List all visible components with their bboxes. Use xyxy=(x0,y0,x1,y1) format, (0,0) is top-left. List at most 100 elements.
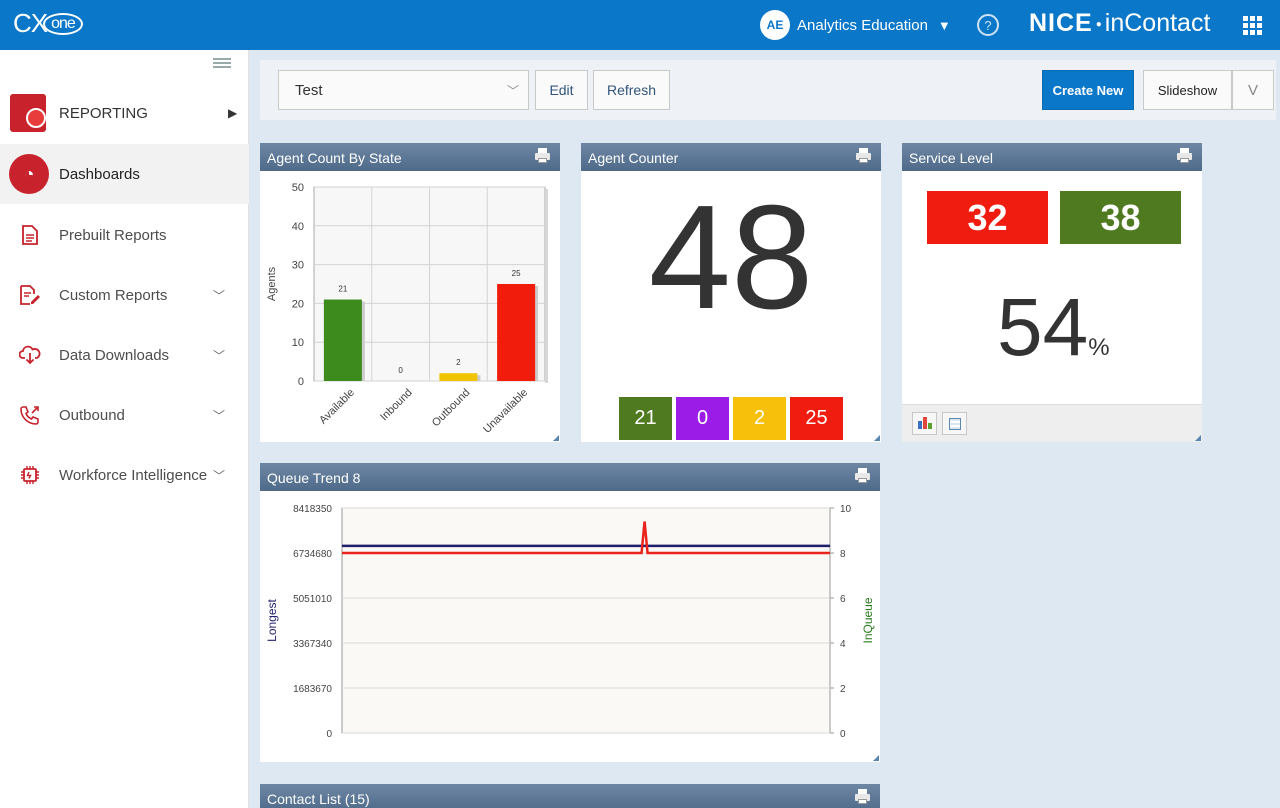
brand-bold: NICE xyxy=(1029,9,1093,37)
slideshow-dropdown-button[interactable]: V xyxy=(1232,70,1274,110)
print-icon[interactable] xyxy=(855,468,870,483)
agent-count-chart: 0 10 20 30 40 50 Agents 21 Available 0 Inbound 2 Out… xyxy=(266,182,548,436)
y-tick-label: 40 xyxy=(292,221,304,233)
edit-document-icon xyxy=(19,284,41,306)
y-axis-label: Longest xyxy=(265,598,279,641)
service-level-value: 54 xyxy=(997,282,1089,373)
y-tick-label: 8418350 xyxy=(293,504,332,515)
widget-title: Agent Count By State xyxy=(267,150,402,166)
widget-title: Contact List (15) xyxy=(267,791,370,807)
x-tick-label: Available xyxy=(317,387,357,427)
sidebar-section-reporting[interactable]: REPORTING ▶ xyxy=(0,82,249,144)
y2-tick-label: 8 xyxy=(840,549,846,560)
percent-sign: % xyxy=(1088,334,1110,361)
app-launcher-icon[interactable] xyxy=(1243,16,1262,35)
widget-header: Contact List (15) xyxy=(260,784,880,808)
dashboard-toolbar: Test ﹀ Edit Refresh Create New Slideshow… xyxy=(260,60,1276,120)
cxone-logo[interactable]: CX one xyxy=(13,8,83,39)
x-tick-label: Outbound xyxy=(430,387,473,430)
bar xyxy=(323,299,362,381)
contact-list-widget: Contact List (15) xyxy=(260,784,880,808)
print-icon[interactable] xyxy=(535,148,550,163)
resize-handle[interactable] xyxy=(553,435,559,441)
widget-header: Agent Count By State xyxy=(260,143,560,171)
agent-count-widget: Agent Count By State 0 10 20 30 40 50 Agents 21… xyxy=(260,143,560,442)
sidebar-item-custom-reports[interactable]: Custom Reports ﹀ xyxy=(0,265,249,325)
out-of-sla-box: 32 xyxy=(927,191,1048,244)
avatar: AE xyxy=(760,10,790,40)
sidebar-item-data-downloads[interactable]: Data Downloads ﹀ xyxy=(0,325,249,385)
chevron-down-icon: ﹀ xyxy=(213,288,226,303)
dashboard-select[interactable]: Test ﹀ xyxy=(278,70,529,110)
y-tick-label: 1683670 xyxy=(293,684,332,695)
sidebar-item-prebuilt-reports[interactable]: Prebuilt Reports xyxy=(0,205,249,265)
sidebar-item-label: Outbound xyxy=(59,406,125,424)
chevron-down-icon: ﹀ xyxy=(506,84,519,98)
y-tick-label: 50 xyxy=(292,182,304,194)
user-menu[interactable]: AE Analytics Education ▼ xyxy=(760,10,951,40)
chart-view-icon[interactable] xyxy=(912,412,937,435)
y-tick-label: 6734680 xyxy=(293,549,332,560)
y2-tick-label: 6 xyxy=(840,594,846,605)
print-icon[interactable] xyxy=(855,789,870,804)
collapse-menu-icon[interactable] xyxy=(213,58,231,70)
refresh-button[interactable]: Refresh xyxy=(593,70,670,110)
sidebar-item-workforce-intelligence[interactable]: Workforce Intelligence ﹀ xyxy=(0,445,249,505)
y2-tick-label: 4 xyxy=(840,639,846,650)
top-bar: CX one AE Analytics Education ▼ ? NICE ● in… xyxy=(0,0,1280,50)
unavailable-count-box: 25 xyxy=(790,397,843,440)
plot-area xyxy=(341,507,831,734)
help-icon[interactable]: ? xyxy=(977,14,999,36)
inbound-count-box: 0 xyxy=(676,397,729,440)
sidebar-item-dashboards[interactable]: ◔ Dashboards xyxy=(0,144,249,204)
dashboard-select-value: Test xyxy=(295,82,323,99)
print-icon[interactable] xyxy=(1177,148,1192,163)
edit-button[interactable]: Edit xyxy=(535,70,588,110)
chip-icon xyxy=(19,464,41,486)
data-label: 21 xyxy=(338,285,347,294)
widget-header: Queue Trend 8 xyxy=(260,463,880,491)
widget-footer xyxy=(902,404,1202,442)
service-level-percent: 54% xyxy=(997,281,1110,375)
queue-trend-chart: 0 1683670 3367340 5051010 6734680 8418350 0 2 4 6… xyxy=(265,504,875,740)
service-level-widget: Service Level 32 38 54% xyxy=(902,143,1202,442)
slideshow-button[interactable]: Slideshow xyxy=(1143,70,1232,110)
chevron-down-icon: ﹀ xyxy=(213,468,226,483)
brand-logo: NICE ● inContact xyxy=(1029,9,1211,37)
resize-handle[interactable] xyxy=(1195,435,1201,441)
sidebar-item-label: Prebuilt Reports xyxy=(59,226,167,244)
bar xyxy=(439,373,478,381)
plot-shadow xyxy=(545,189,548,383)
y-tick-label: 3367340 xyxy=(293,639,332,650)
outbound-count-box: 2 xyxy=(733,397,786,440)
data-label: 2 xyxy=(456,358,461,367)
y2-tick-label: 2 xyxy=(840,684,846,695)
user-name: Analytics Education xyxy=(797,16,928,34)
y-tick-label: 20 xyxy=(292,298,304,310)
widget-header: Service Level xyxy=(902,143,1202,171)
y-tick-label: 0 xyxy=(298,376,304,388)
resize-handle[interactable] xyxy=(874,435,880,441)
cloud-download-icon xyxy=(19,344,41,366)
create-new-button[interactable]: Create New xyxy=(1042,70,1134,110)
print-icon[interactable] xyxy=(856,148,871,163)
widget-title: Agent Counter xyxy=(588,150,679,166)
bar xyxy=(497,284,536,381)
widget-title: Queue Trend 8 xyxy=(267,470,361,486)
y-tick-label: 10 xyxy=(292,337,304,349)
document-icon xyxy=(19,224,41,246)
y2-tick-label: 10 xyxy=(840,504,852,515)
x-tick-label: Unavailable xyxy=(481,387,530,436)
chevron-down-icon: ﹀ xyxy=(213,348,226,363)
sidebar-item-label: Workforce Intelligence xyxy=(59,466,208,484)
y-axis-label: Agents xyxy=(266,266,278,301)
sidebar: REPORTING ▶ ◔ Dashboards Prebuilt Report… xyxy=(0,50,249,808)
reporting-icon xyxy=(10,94,46,132)
resize-handle[interactable] xyxy=(873,755,879,761)
logo-suffix: one xyxy=(43,13,83,35)
data-label: 0 xyxy=(398,366,403,375)
y-tick-label: 30 xyxy=(292,260,304,272)
agent-total-count: 48 xyxy=(648,175,814,340)
sidebar-item-outbound[interactable]: Outbound ﹀ xyxy=(0,385,249,445)
table-view-icon[interactable] xyxy=(942,412,967,435)
